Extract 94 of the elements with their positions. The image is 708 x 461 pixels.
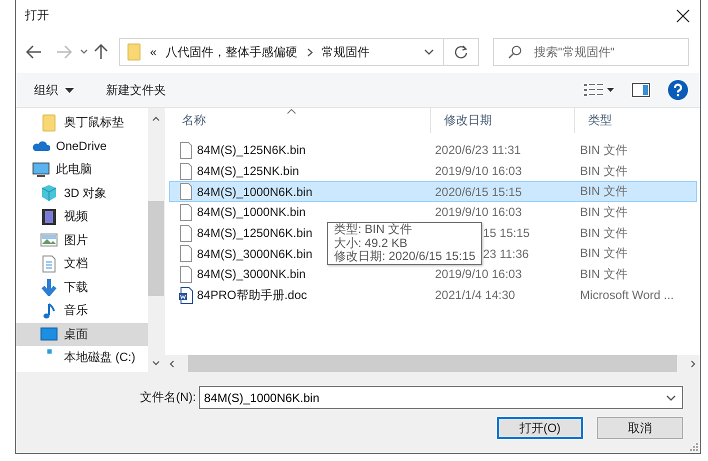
- folder-icon: [40, 114, 58, 132]
- modified-date: 2020/6/23 11:31: [435, 143, 521, 158]
- address-segment[interactable]: 八代固件，整体手感偏硬: [166, 44, 298, 60]
- scroll-right-icon[interactable]: [691, 360, 696, 368]
- sidebar-item[interactable]: OneDrive: [16, 134, 148, 158]
- chevron-down-icon[interactable]: [80, 49, 88, 55]
- sidebar-item[interactable]: 桌面: [16, 322, 148, 346]
- file-name[interactable]: 84M(S)_3000N6K.bin: [197, 246, 312, 261]
- modified-date: 2019/9/10 16:03: [435, 205, 522, 220]
- cube-icon: [40, 184, 58, 202]
- tooltip-line: 类型: BIN 文件: [334, 223, 414, 236]
- file-name[interactable]: 84M(S)_1250N6K.bin: [197, 226, 312, 240]
- filename-label: 文件名(N):: [140, 389, 196, 406]
- pc-icon: [32, 160, 50, 179]
- file-name[interactable]: 84M(S)_125NK.bin: [197, 164, 300, 178]
- video-icon: [40, 208, 58, 226]
- new-folder-button[interactable]: 新建文件夹: [100, 78, 172, 102]
- modified-date: 23 11:36: [483, 246, 529, 261]
- filename-field[interactable]: 84M(S)_1000N6K.bin: [199, 386, 683, 409]
- column-header[interactable]: 类型: [575, 108, 700, 133]
- back-arrow-icon[interactable]: [26, 45, 42, 59]
- preview-pane-icon[interactable]: [632, 83, 650, 97]
- scrollbar-thumb[interactable]: [148, 201, 164, 296]
- search-field[interactable]: 搜索"常规固件": [493, 38, 689, 66]
- sort-caret-icon: [287, 109, 296, 114]
- selected-file-row[interactable]: 84M(S)_1000N6K.bin 2020/6/15 15:15 BIN 文件: [169, 181, 697, 202]
- folder-icon: [127, 43, 141, 61]
- file-type: BIN 文件: [580, 224, 628, 242]
- caret-icon: [65, 88, 74, 92]
- file-name[interactable]: 84M(S)_1000NK.bin: [197, 205, 306, 220]
- sidebar-item[interactable]: 图片: [16, 228, 148, 252]
- sidebar-item[interactable]: 音乐: [16, 299, 148, 322]
- vertical-scrollbar[interactable]: [148, 108, 164, 372]
- modified-date: 2020/6/15 15:15: [435, 184, 522, 199]
- document-icon: [40, 254, 58, 273]
- scroll-down-icon[interactable]: [152, 361, 160, 366]
- picture-icon: [40, 231, 58, 250]
- modified-date: 15 15:15: [483, 226, 530, 240]
- file-type: BIN 文件: [580, 142, 628, 159]
- word-document-icon: [179, 286, 193, 304]
- close-icon[interactable]: [676, 8, 690, 22]
- column-header[interactable]: 修改日期: [431, 108, 575, 133]
- search-input[interactable]: 搜索"常规固件": [532, 44, 686, 60]
- open-button[interactable]: 打开(O): [497, 417, 583, 439]
- tooltip-line: 大小: 49.2 KB: [334, 236, 408, 250]
- up-arrow-icon[interactable]: [94, 44, 108, 60]
- cancel-button[interactable]: 取消: [597, 417, 683, 439]
- file-type: BIN 文件: [580, 162, 628, 180]
- modified-date: 2019/9/10 16:03: [435, 164, 522, 178]
- file-icon: [179, 245, 193, 262]
- column-header[interactable]: 名称: [169, 108, 431, 133]
- dropdown-caret-icon[interactable]: [666, 394, 676, 400]
- file-icon: [179, 204, 193, 221]
- address-segment[interactable]: 常规固件: [322, 44, 370, 60]
- file-icon: [179, 142, 193, 159]
- file-name[interactable]: 84PRO帮助手册.doc: [197, 286, 308, 304]
- address-bar[interactable]: « 八代固件，整体手感偏硬 常规固件: [119, 38, 479, 66]
- filename-input[interactable]: 84M(S)_1000N6K.bin: [200, 390, 666, 406]
- scroll-up-icon[interactable]: [152, 116, 160, 121]
- file-name[interactable]: 84M(S)_1000N6K.bin: [197, 184, 312, 199]
- file-name[interactable]: 84M(S)_125N6K.bin: [197, 143, 306, 158]
- file-icon: [179, 162, 193, 180]
- file-type: Microsoft Word ...: [580, 288, 674, 302]
- file-icon: [179, 224, 193, 242]
- file-icon: [179, 266, 193, 283]
- file-icon: [179, 183, 193, 200]
- file-type: BIN 文件: [580, 266, 628, 283]
- resize-grip-icon: [690, 443, 698, 451]
- dropdown-caret-icon[interactable]: [424, 49, 434, 55]
- scroll-left-icon[interactable]: [169, 360, 174, 368]
- search-icon: [508, 45, 522, 59]
- tooltip-line: 修改日期: 2020/6/15 15:15: [334, 250, 476, 264]
- sidebar-item[interactable]: 此电脑: [16, 158, 148, 182]
- sidebar-item[interactable]: 奥丁鼠标垫: [16, 111, 148, 134]
- sidebar-item[interactable]: 本地磁盘 (C:): [16, 346, 148, 370]
- chevron-right-icon[interactable]: [306, 48, 313, 56]
- desktop-icon: [40, 325, 58, 344]
- window-title: 打开: [25, 7, 50, 24]
- organize-menu-button[interactable]: 组织: [28, 78, 80, 102]
- file-type: BIN 文件: [580, 204, 628, 221]
- file-type: BIN 文件: [580, 183, 628, 200]
- modified-date: 2019/9/10 16:03: [435, 267, 522, 282]
- help-icon[interactable]: [668, 80, 688, 100]
- sidebar-item[interactable]: 3D 对象: [16, 182, 148, 205]
- sidebar-item[interactable]: 视频: [16, 205, 148, 228]
- download-icon: [40, 278, 58, 296]
- refresh-icon[interactable]: [454, 45, 468, 59]
- sidebar-item[interactable]: 文档: [16, 252, 148, 276]
- address-overflow[interactable]: «: [150, 45, 157, 59]
- file-name[interactable]: 84M(S)_3000NK.bin: [197, 267, 306, 282]
- modified-date: 2021/1/4 14:30: [435, 288, 516, 302]
- file-type: BIN 文件: [580, 245, 628, 262]
- sidebar-item[interactable]: 下载: [16, 276, 148, 299]
- view-options-icon[interactable]: [584, 83, 614, 97]
